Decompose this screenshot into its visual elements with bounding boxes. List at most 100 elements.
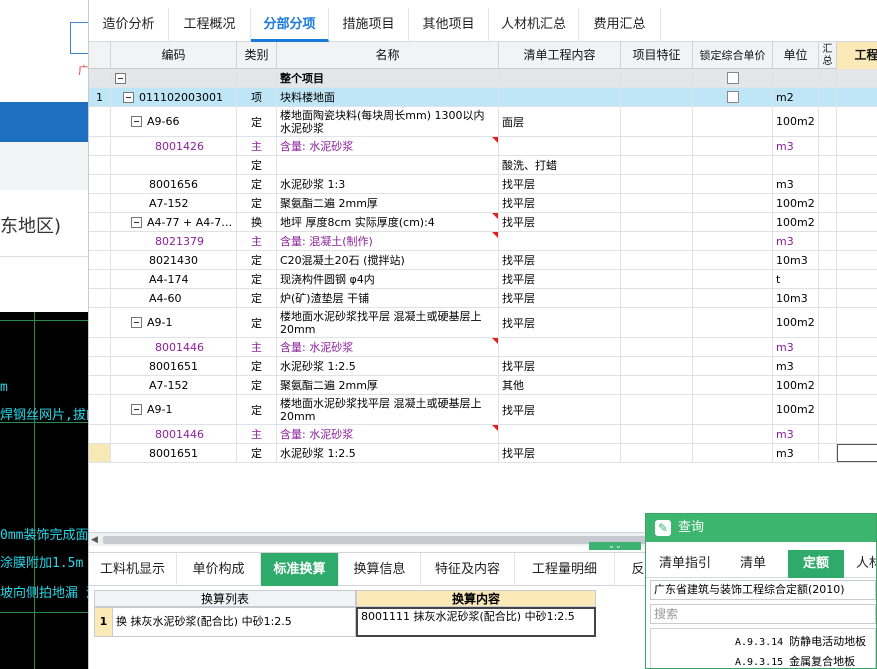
cell-quantity[interactable]	[837, 213, 877, 231]
collapse-toggle-icon[interactable]	[123, 91, 134, 103]
query-title-bar[interactable]: ✎ 查询	[646, 514, 876, 542]
cell-lock-price[interactable]	[693, 213, 773, 231]
cell-unit[interactable]: 100m2	[773, 395, 819, 424]
cell-unit[interactable]: m3	[773, 137, 819, 155]
cell-row-number[interactable]	[89, 232, 111, 250]
cell-code[interactable]: A9-1	[111, 308, 237, 337]
header-name[interactable]: 名称	[277, 42, 499, 69]
cell-feature[interactable]	[621, 232, 693, 250]
cell-name[interactable]: 块料楼地面	[277, 88, 499, 106]
cell-content[interactable]	[499, 338, 621, 356]
cell-lock-price[interactable]	[693, 357, 773, 375]
table-row[interactable]: 8001656 定 水泥砂浆 1:3 找平层 m3	[89, 175, 877, 194]
collapse-toggle-icon[interactable]	[131, 404, 142, 415]
cell-row-number[interactable]	[89, 175, 111, 193]
cell-feature[interactable]	[621, 289, 693, 307]
collapse-toggle-icon[interactable]	[131, 216, 142, 228]
cell-type[interactable]: 定	[237, 444, 277, 462]
cell-name[interactable]: 楼地面水泥砂浆找平层 混凝土或硬基层上 20mm	[277, 395, 499, 424]
cell-row-number[interactable]	[89, 308, 111, 337]
cell-code[interactable]	[111, 69, 237, 87]
cell-row-number[interactable]	[89, 137, 111, 155]
cell-unit[interactable]: t	[773, 270, 819, 288]
panel-splitter-handle[interactable]: ⌄⌄	[589, 542, 641, 550]
cell-name[interactable]: 水泥砂浆 1:2.5	[277, 444, 499, 462]
cell-name[interactable]: 炉(矿)渣垫层 干铺	[277, 289, 499, 307]
tab-standard-conversion[interactable]: 标准换算	[261, 553, 339, 586]
cell-name[interactable]: 水泥砂浆 1:2.5	[277, 357, 499, 375]
background-search-input[interactable]	[70, 22, 88, 54]
scroll-left-arrow-icon[interactable]: ◀	[91, 535, 98, 545]
cell-row-number[interactable]	[89, 289, 111, 307]
cell-type[interactable]	[237, 69, 277, 87]
cell-name[interactable]: 楼地面陶瓷块料(每块周长mm) 1300以内 水泥砂浆	[277, 107, 499, 136]
cell-lock-price[interactable]	[693, 395, 773, 424]
cell-summary[interactable]	[819, 69, 837, 87]
cell-quantity[interactable]	[837, 425, 877, 443]
table-row[interactable]: A9-66 定 楼地面陶瓷块料(每块周长mm) 1300以内 水泥砂浆 面层 100m2	[89, 107, 877, 137]
cell-lock-price[interactable]	[693, 308, 773, 337]
cell-type[interactable]: 定	[237, 270, 277, 288]
cell-unit[interactable]: m3	[773, 425, 819, 443]
cell-content[interactable]: 找平层	[499, 444, 621, 462]
cell-name[interactable]: 现浇构件圆钢 φ4内	[277, 270, 499, 288]
tab-fee-summary[interactable]: 费用汇总	[579, 8, 661, 42]
cell-content[interactable]: 其他	[499, 376, 621, 394]
tab-cost-analysis[interactable]: 造价分析	[89, 8, 169, 42]
cell-code[interactable]: 8021379	[111, 232, 237, 250]
tab-conversion-info[interactable]: 换算信息	[339, 553, 421, 586]
cell-quantity[interactable]	[837, 251, 877, 269]
cell-name[interactable]: 聚氨酯二遍 2mm厚	[277, 194, 499, 212]
cell-unit[interactable]	[773, 156, 819, 174]
header-code[interactable]: 编码	[111, 42, 237, 69]
cell-name[interactable]: 水泥砂浆 1:3	[277, 175, 499, 193]
cell-code[interactable]: A7-152	[111, 376, 237, 394]
cell-name[interactable]: 楼地面水泥砂浆找平层 混凝土或硬基层上 20mm	[277, 308, 499, 337]
cell-row-number[interactable]	[89, 251, 111, 269]
cell-row-number[interactable]	[89, 156, 111, 174]
cell-feature[interactable]	[621, 270, 693, 288]
cell-unit[interactable]: m3	[773, 175, 819, 193]
cell-content[interactable]: 找平层	[499, 308, 621, 337]
cell-quantity[interactable]	[837, 175, 877, 193]
table-row[interactable]: 8001651 定 水泥砂浆 1:2.5 找平层 m3	[89, 444, 877, 463]
cell-feature[interactable]	[621, 376, 693, 394]
cell-summary[interactable]	[819, 194, 837, 212]
table-row[interactable]: 整个项目	[89, 69, 877, 88]
cell-summary[interactable]	[819, 137, 837, 155]
cell-quantity[interactable]	[837, 270, 877, 288]
cell-quantity[interactable]	[837, 289, 877, 307]
cell-summary[interactable]	[819, 156, 837, 174]
cell-name[interactable]: 地坪 厚度8cm 实际厚度(cm):4	[277, 213, 499, 231]
cell-feature[interactable]	[621, 156, 693, 174]
cell-lock-price[interactable]	[693, 376, 773, 394]
cell-lock-price[interactable]	[693, 156, 773, 174]
cell-lock-price[interactable]	[693, 194, 773, 212]
cell-unit[interactable]: m3	[773, 357, 819, 375]
cell-feature[interactable]	[621, 107, 693, 136]
table-row[interactable]: A9-1 定 楼地面水泥砂浆找平层 混凝土或硬基层上 20mm 找平层 100m2	[89, 395, 877, 425]
cell-content[interactable]: 酸洗、打蜡	[499, 156, 621, 174]
cell-unit[interactable]: m3	[773, 444, 819, 462]
cell-code[interactable]: A4-77 + A4-7…	[111, 213, 237, 231]
cell-feature[interactable]	[621, 395, 693, 424]
cell-code[interactable]: A4-60	[111, 289, 237, 307]
cell-quantity[interactable]	[837, 395, 877, 424]
cell-row-number[interactable]	[89, 376, 111, 394]
cell-type[interactable]: 定	[237, 156, 277, 174]
cell-summary[interactable]	[819, 357, 837, 375]
cell-code[interactable]: 8001446	[111, 425, 237, 443]
table-row[interactable]: A9-1 定 楼地面水泥砂浆找平层 混凝土或硬基层上 20mm 找平层 100m2	[89, 308, 877, 338]
cell-code[interactable]: 8001651	[111, 444, 237, 462]
cell-type[interactable]: 定	[237, 251, 277, 269]
cell-name[interactable]: 含量: 水泥砂浆	[277, 425, 499, 443]
cell-unit[interactable]: 10m3	[773, 289, 819, 307]
header-content[interactable]: 清单工程内容	[499, 42, 621, 69]
cell-code[interactable]: A4-174	[111, 270, 237, 288]
collapse-toggle-icon[interactable]	[131, 116, 142, 127]
table-row[interactable]: 8021379 主 含量: 混凝土(制作) m3	[89, 232, 877, 251]
cell-unit[interactable]: 100m2	[773, 107, 819, 136]
conversion-row-item[interactable]: 换 抹灰水泥砂浆(配合比) 中砂1:2.5	[113, 607, 356, 637]
tab-sub-items[interactable]: 分部分项	[251, 8, 329, 42]
cell-name[interactable]: C20混凝土20石 (搅拌站)	[277, 251, 499, 269]
